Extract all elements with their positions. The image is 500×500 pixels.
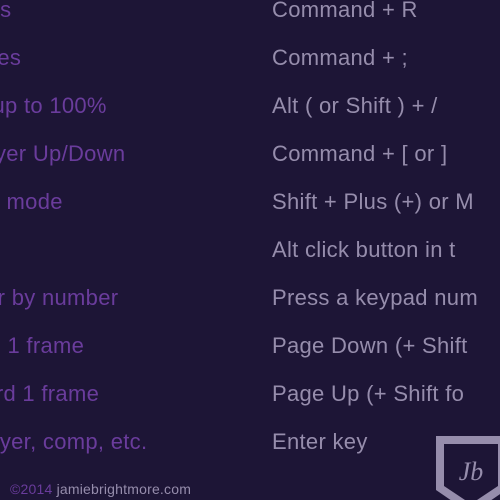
action-label: e layer mode xyxy=(0,178,272,226)
shortcut-label: Page Up (+ Shift fo xyxy=(272,370,500,418)
footer-url: jamiebrightmore.com xyxy=(57,481,192,497)
svg-text:Jb: Jb xyxy=(459,457,484,486)
action-label: ackward 1 frame xyxy=(0,370,272,418)
footer: ©2014 jamiebrightmore.com xyxy=(10,482,191,496)
actions-column: w rulers w guides iewer up to 100% e a L… xyxy=(0,0,272,466)
shortcut-label: Command + R xyxy=(272,0,500,34)
action-label: e a Layer Up/Down xyxy=(0,130,272,178)
shortcut-label: Command + ; xyxy=(272,34,500,82)
shortcut-label: Page Down (+ Shift xyxy=(272,322,500,370)
shortcut-label: Press a keypad num xyxy=(272,274,500,322)
action-label: ame layer, comp, etc. xyxy=(0,418,272,466)
shortcut-table: w rulers w guides iewer up to 100% e a L… xyxy=(0,0,500,466)
action-label: iewer up to 100% xyxy=(0,82,272,130)
action-label: ct layer by number xyxy=(0,274,272,322)
shortcut-label: Alt click button in t xyxy=(272,226,500,274)
action-label: w rulers xyxy=(0,0,272,34)
action-label: w guides xyxy=(0,34,272,82)
action-label: e tools xyxy=(0,226,272,274)
shortcut-label: Alt ( or Shift ) + / xyxy=(272,82,500,130)
action-label: orward 1 frame xyxy=(0,322,272,370)
brand-logo-icon: Jb xyxy=(432,432,500,500)
shortcuts-column: Command + R Command + ; Alt ( or Shift )… xyxy=(272,0,500,466)
shortcut-label: Command + [ or ] xyxy=(272,130,500,178)
shortcut-label: Shift + Plus (+) or M xyxy=(272,178,500,226)
copyright-text: ©2014 xyxy=(10,481,52,497)
